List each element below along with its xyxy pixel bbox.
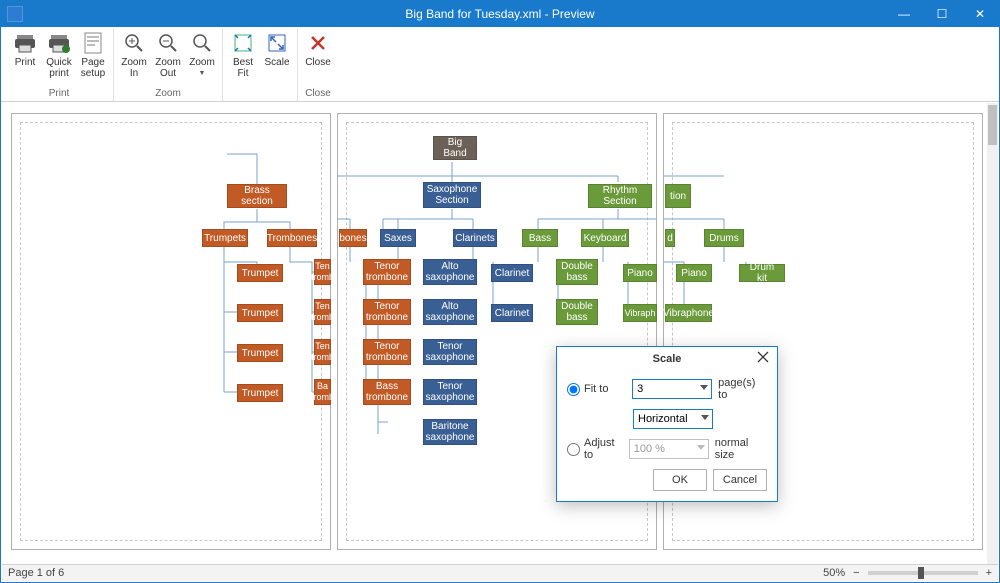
pages-combo[interactable]: 3 (632, 379, 712, 399)
zoom-in-icon[interactable]: + (986, 567, 992, 579)
maximize-button[interactable]: ☐ (923, 1, 961, 27)
chart-node: Piano (623, 264, 657, 282)
zoom-slider-thumb[interactable] (918, 567, 924, 579)
zoom-in-icon (122, 31, 146, 55)
zoom-value: 50% (823, 567, 845, 579)
chart-node: Trumpets (202, 229, 248, 247)
chart-node: Rhythm Section (588, 184, 652, 208)
chart-node: Drum kit (739, 264, 785, 282)
zoom-out-icon (156, 31, 180, 55)
close-icon (306, 31, 330, 55)
chart-node: Saxes (380, 229, 416, 247)
chart-node: Trumpet (237, 304, 283, 322)
chart-node: tion (665, 184, 691, 208)
orientation-combo[interactable]: Horizontal (633, 409, 713, 429)
chart-node: Double bass (556, 259, 598, 285)
zoom-out-button[interactable]: Zoom Out (152, 29, 184, 79)
cancel-button[interactable]: Cancel (713, 469, 767, 491)
chart-node: Batromb (314, 379, 331, 405)
chart-node: Clarinet (491, 304, 533, 322)
chart-node: Vibraphone (665, 304, 712, 322)
group-label-zoom: Zoom (155, 88, 181, 101)
vertical-scrollbar[interactable] (987, 103, 998, 564)
adjust-to-radio[interactable]: Adjust to (567, 437, 623, 461)
ok-button[interactable]: OK (653, 469, 707, 491)
chart-root-node: Big Band (433, 136, 477, 160)
dialog-title: Scale (557, 347, 777, 371)
adjust-combo: 100 % (629, 439, 709, 459)
fit-to-radio[interactable]: Fit to (567, 383, 626, 396)
chart-node: Tenor saxophone (423, 339, 477, 365)
zoom-out-icon[interactable]: − (853, 567, 859, 579)
chart-node: Keyboard (581, 229, 629, 247)
printer-icon (13, 31, 37, 55)
minimize-button[interactable]: — (885, 1, 923, 27)
chart-node: Saxophone Section (423, 182, 481, 208)
chart-node: Bass (522, 229, 558, 247)
scale-button[interactable]: Scale (261, 29, 293, 79)
quick-print-button[interactable]: Quick print (43, 29, 75, 79)
chart-node: Trumpet (237, 264, 283, 282)
preview-page-1: Brass section Trumpets Trombones Trumpet… (11, 113, 331, 550)
printer-quick-icon (47, 31, 71, 55)
chart-node: Baritone saxophone (423, 419, 477, 445)
scrollbar-thumb[interactable] (988, 105, 997, 145)
zoom-in-button[interactable]: Zoom In (118, 29, 150, 79)
best-fit-button[interactable]: Best Fit (227, 29, 259, 79)
chart-node: Drums (704, 229, 744, 247)
page-setup-button[interactable]: Page setup (77, 29, 109, 79)
chart-node: Brass section (227, 184, 287, 208)
zoom-icon (190, 31, 214, 55)
chart-node: Tentromb (314, 259, 331, 285)
scale-icon (265, 31, 289, 55)
chart-node: Piano (676, 264, 712, 282)
zoom-slider[interactable] (868, 571, 978, 575)
dialog-close-button[interactable] (757, 351, 771, 365)
close-preview-button[interactable]: Close (302, 29, 334, 68)
chart-node: bones (339, 229, 367, 247)
chart-node: Tentromb (314, 299, 331, 325)
status-bar: Page 1 of 6 50% − + (2, 564, 998, 581)
zoom-button[interactable]: Zoom ▼ (186, 29, 218, 79)
chart-node: Clarinets (453, 229, 497, 247)
chart-node: d (665, 229, 675, 247)
chart-node: Tenor trombone (363, 259, 411, 285)
chart-node: Tenor trombone (363, 299, 411, 325)
app-icon (7, 6, 23, 22)
ribbon: Print Quick print Page setup Print Zoom … (1, 27, 999, 102)
chart-node: Double bass (556, 299, 598, 325)
chart-node: Vibraph (623, 304, 657, 322)
best-fit-icon (231, 31, 255, 55)
page-setup-icon (81, 31, 105, 55)
title-bar: Big Band for Tuesday.xml - Preview — ☐ ✕ (1, 1, 999, 27)
chart-node: Trumpet (237, 384, 283, 402)
group-label-print: Print (49, 88, 70, 101)
chart-node: Bass trombone (363, 379, 411, 405)
chart-node: Alto saxophone (423, 299, 477, 325)
page-indicator: Page 1 of 6 (8, 567, 64, 579)
print-button[interactable]: Print (9, 29, 41, 79)
scale-dialog: Scale Fit to 3 page(s) to Horizontal Adj… (556, 346, 778, 502)
chart-node: Clarinet (491, 264, 533, 282)
chart-node: Alto saxophone (423, 259, 477, 285)
window-title: Big Band for Tuesday.xml - Preview (405, 7, 594, 21)
group-label-close: Close (305, 88, 331, 101)
chart-node: Tenor saxophone (423, 379, 477, 405)
close-window-button[interactable]: ✕ (961, 1, 999, 27)
chart-node: Trombones (267, 229, 317, 247)
chart-node: Trumpet (237, 344, 283, 362)
chart-node: Tenor trombone (363, 339, 411, 365)
chart-node: Tentromb (314, 339, 331, 365)
preview-workspace[interactable]: Brass section Trumpets Trombones Trumpet… (2, 103, 987, 564)
